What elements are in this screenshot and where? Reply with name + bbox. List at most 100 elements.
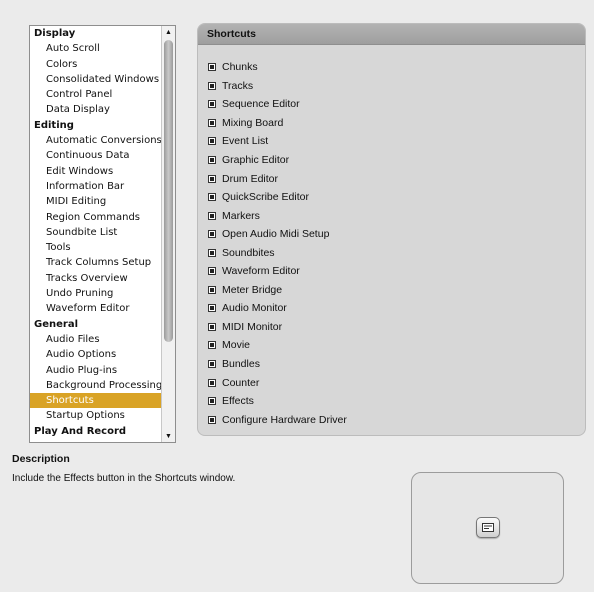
checkbox-label: Soundbites xyxy=(222,246,275,259)
category-item-information-bar[interactable]: Information Bar xyxy=(30,179,161,194)
checkbox-label: Counter xyxy=(222,376,260,389)
checkbox-checked-icon[interactable] xyxy=(208,322,216,331)
shortcut-checkbox-effects[interactable]: Effects xyxy=(208,392,347,411)
category-item-track-columns-setup[interactable]: Track Columns Setup xyxy=(30,255,161,270)
category-item-continuous-data[interactable]: Continuous Data xyxy=(30,148,161,163)
category-item-consolidated-windows[interactable]: Consolidated Windows xyxy=(30,72,161,87)
checkbox-label: Markers xyxy=(222,209,260,222)
category-item-colors[interactable]: Colors xyxy=(30,57,161,72)
checkbox-label: Bundles xyxy=(222,358,260,371)
category-item-tools[interactable]: Tools xyxy=(30,240,161,255)
category-item-audio-options[interactable]: Audio Options xyxy=(30,347,161,362)
shortcut-checkbox-list: Chunks Tracks Sequence Editor Mixing Board E… xyxy=(208,58,347,429)
category-group-display[interactable]: Display xyxy=(30,26,161,41)
category-item-startup-options[interactable]: Startup Options xyxy=(30,408,161,423)
scroll-down-arrow-icon[interactable]: ▼ xyxy=(162,430,175,442)
preferences-category-list[interactable]: Display Auto Scroll Colors Consolidated Win… xyxy=(29,25,176,443)
checkbox-label: Waveform Editor xyxy=(222,265,300,278)
checkbox-checked-icon[interactable] xyxy=(208,211,216,220)
category-item-auto-scroll[interactable]: Auto Scroll xyxy=(30,41,161,56)
shortcut-checkbox-audio-monitor[interactable]: Audio Monitor xyxy=(208,299,347,318)
shortcut-checkbox-tracks[interactable]: Tracks xyxy=(208,77,347,96)
checkbox-checked-icon[interactable] xyxy=(208,63,216,72)
shortcut-checkbox-soundbites[interactable]: Soundbites xyxy=(208,243,347,262)
shortcut-checkbox-sequence-editor[interactable]: Sequence Editor xyxy=(208,95,347,114)
checkbox-label: Chunks xyxy=(222,61,258,74)
scroll-up-arrow-icon[interactable]: ▲ xyxy=(162,26,175,38)
category-item-midi-editing[interactable]: MIDI Editing xyxy=(30,194,161,209)
checkbox-label: Audio Monitor xyxy=(222,302,287,315)
description-text: Include the Effects button in the Shortc… xyxy=(12,473,236,484)
checkbox-checked-icon[interactable] xyxy=(208,156,216,164)
category-item-automatic-conversions[interactable]: Automatic Conversions xyxy=(30,133,161,148)
checkbox-label: Mixing Board xyxy=(222,116,284,129)
checkbox-label: Configure Hardware Driver xyxy=(222,413,347,426)
shortcuts-panel: Shortcuts Chunks Tracks Sequence Editor Mix… xyxy=(197,23,586,436)
category-item-undo-pruning[interactable]: Undo Pruning xyxy=(30,286,161,301)
category-item-data-display[interactable]: Data Display xyxy=(30,102,161,117)
checkbox-checked-icon[interactable] xyxy=(208,174,216,183)
checkbox-label: MIDI Monitor xyxy=(222,320,283,333)
checkbox-label: Effects xyxy=(222,395,254,408)
shortcut-checkbox-chunks[interactable]: Chunks xyxy=(208,58,347,77)
checkbox-label: Open Audio Midi Setup xyxy=(222,228,330,241)
checkbox-label: Meter Bridge xyxy=(222,283,283,296)
category-item-tracks-overview[interactable]: Tracks Overview xyxy=(30,271,161,286)
checkbox-label: Event List xyxy=(222,135,269,148)
shortcut-checkbox-movie[interactable]: Movie xyxy=(208,336,347,355)
category-item-audio-plug-ins[interactable]: Audio Plug-ins xyxy=(30,363,161,378)
checkbox-checked-icon[interactable] xyxy=(208,193,216,202)
checkbox-checked-icon[interactable] xyxy=(208,81,216,90)
scrollbar-thumb[interactable] xyxy=(164,40,173,342)
description-title: Description xyxy=(12,453,70,465)
checkbox-checked-icon[interactable] xyxy=(208,267,216,276)
category-item-control-panel[interactable]: Control Panel xyxy=(30,87,161,102)
category-item-shortcuts[interactable]: Shortcuts xyxy=(30,393,161,409)
checkbox-checked-icon[interactable] xyxy=(208,304,216,313)
shortcut-checkbox-waveform-editor[interactable]: Waveform Editor xyxy=(208,262,347,281)
checkbox-checked-icon[interactable] xyxy=(208,341,216,350)
shortcut-checkbox-drum-editor[interactable]: Drum Editor xyxy=(208,169,347,188)
shortcut-checkbox-graphic-editor[interactable]: Graphic Editor xyxy=(208,151,347,170)
checkbox-label: Drum Editor xyxy=(222,172,279,185)
category-group-play-and-record[interactable]: Play And Record xyxy=(30,424,161,439)
category-group-editing[interactable]: Editing xyxy=(30,118,161,133)
category-group-general[interactable]: General xyxy=(30,317,161,332)
shortcut-checkbox-configure-hardware-driver[interactable]: Configure Hardware Driver xyxy=(208,410,347,429)
shortcut-checkbox-quickscribe-editor[interactable]: QuickScribe Editor xyxy=(208,188,347,207)
checkbox-label: Sequence Editor xyxy=(222,98,300,111)
checkbox-checked-icon[interactable] xyxy=(208,137,216,146)
category-item-edit-windows[interactable]: Edit Windows xyxy=(30,164,161,179)
checkbox-checked-icon[interactable] xyxy=(208,118,216,127)
shortcut-checkbox-event-list[interactable]: Event List xyxy=(208,132,347,151)
shortcut-checkbox-mixing-board[interactable]: Mixing Board xyxy=(208,114,347,133)
category-list-items: Display Auto Scroll Colors Consolidated Win… xyxy=(30,26,161,439)
shortcut-checkbox-bundles[interactable]: Bundles xyxy=(208,355,347,374)
checkbox-checked-icon[interactable] xyxy=(208,378,216,387)
category-item-audio-files[interactable]: Audio Files xyxy=(30,332,161,347)
shortcut-checkbox-meter-bridge[interactable]: Meter Bridge xyxy=(208,281,347,300)
category-item-soundbite-list[interactable]: Soundbite List xyxy=(30,225,161,240)
checkbox-label: Tracks xyxy=(222,79,254,92)
shortcut-checkbox-open-audio-midi-setup[interactable]: Open Audio Midi Setup xyxy=(208,225,347,244)
shortcuts-panel-title: Shortcuts xyxy=(198,24,585,45)
checkbox-label: Movie xyxy=(222,339,251,352)
effects-button-icon xyxy=(476,517,500,538)
shortcut-checkbox-markers[interactable]: Markers xyxy=(208,206,347,225)
checkbox-checked-icon[interactable] xyxy=(208,248,216,257)
category-list-scrollbar[interactable]: ▲ ▼ xyxy=(161,26,175,442)
category-item-waveform-editor[interactable]: Waveform Editor xyxy=(30,301,161,316)
checkbox-checked-icon[interactable] xyxy=(208,415,216,424)
shortcut-preview-box xyxy=(411,472,564,584)
checkbox-checked-icon[interactable] xyxy=(208,100,216,109)
shortcut-checkbox-midi-monitor[interactable]: MIDI Monitor xyxy=(208,318,347,337)
category-item-region-commands[interactable]: Region Commands xyxy=(30,210,161,225)
category-item-background-processing[interactable]: Background Processing xyxy=(30,378,161,393)
checkbox-checked-icon[interactable] xyxy=(208,397,216,406)
checkbox-label: Graphic Editor xyxy=(222,154,290,166)
checkbox-checked-icon[interactable] xyxy=(208,230,216,239)
shortcut-checkbox-counter[interactable]: Counter xyxy=(208,373,347,392)
checkbox-label: QuickScribe Editor xyxy=(222,191,309,204)
checkbox-checked-icon[interactable] xyxy=(208,360,216,369)
checkbox-checked-icon[interactable] xyxy=(208,285,216,294)
